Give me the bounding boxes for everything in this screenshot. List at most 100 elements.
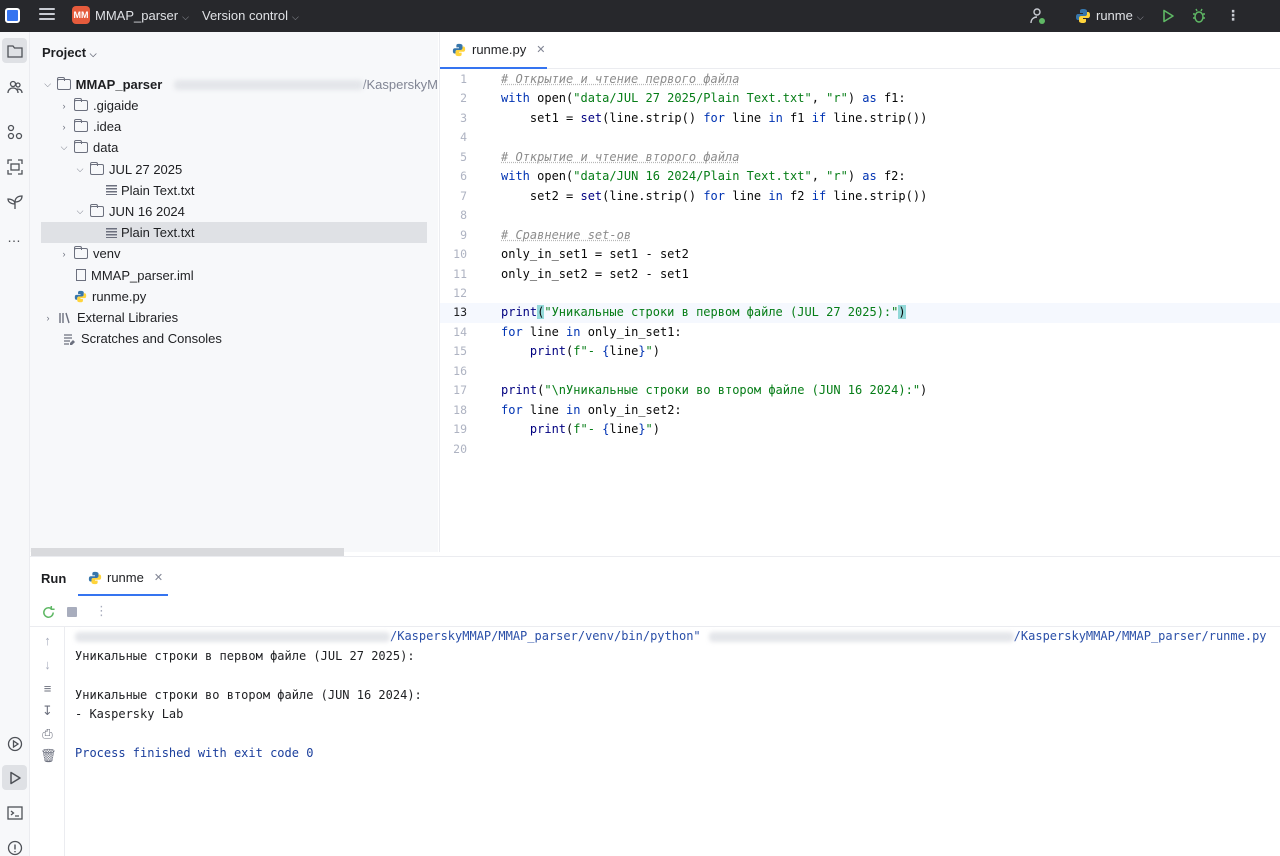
code-line[interactable]: 13 print("Уникальные строки в первом файл… <box>440 303 1280 322</box>
chevron-down-icon[interactable]: ⌵ <box>74 164 86 175</box>
code-line[interactable]: 19 print(f"- {line}") <box>440 420 1280 439</box>
code-token: open( <box>530 169 573 183</box>
version-control-menu[interactable]: Version control ⌵ <box>202 8 299 23</box>
code-with-me-icon[interactable] <box>1030 7 1046 25</box>
problems-icon[interactable] <box>2 835 27 856</box>
code-line[interactable]: 7 set2 = set(line.strip() for line in f2… <box>440 187 1280 206</box>
more-horizontal-icon[interactable]: … <box>2 224 27 249</box>
code-line[interactable]: 16 <box>440 362 1280 381</box>
stop-icon[interactable] <box>67 607 77 617</box>
code-token: only_in_set2: <box>581 403 682 417</box>
code-token: line <box>725 189 768 203</box>
more-vertical-icon[interactable]: ⋮ <box>95 603 108 619</box>
main-menu-icon[interactable] <box>39 8 55 22</box>
chevron-down-icon[interactable]: ⌵ <box>74 206 86 217</box>
services-icon[interactable] <box>2 731 27 756</box>
code-line[interactable]: 20 <box>440 440 1280 459</box>
code-line[interactable]: 10 only_in_set1 = set1 - set2 <box>440 245 1280 264</box>
code-line[interactable]: 2 with open("data/JUL 27 2025/Plain Text.… <box>440 89 1280 108</box>
tree-item[interactable]: ⌵ JUL 27 2025 <box>74 159 426 180</box>
horizontal-scrollbar[interactable] <box>31 548 344 556</box>
code-line[interactable]: 5 # Открытие и чтение второго файла <box>440 148 1280 167</box>
print-icon[interactable]: ⎙ <box>40 726 55 741</box>
line-number: 14 <box>440 323 467 342</box>
chevron-down-icon[interactable]: ⌵ <box>42 79 53 90</box>
code-line[interactable]: 1 # Открытие и чтение первого файла <box>440 70 1280 89</box>
run-configuration-selector[interactable]: runme ⌵ <box>1096 8 1144 23</box>
code-line[interactable]: 11 only_in_set2 = set2 - set1 <box>440 265 1280 284</box>
code-line[interactable]: 18 for line in only_in_set2: <box>440 401 1280 420</box>
line-number: 17 <box>440 381 467 400</box>
run-icon[interactable] <box>2 765 27 790</box>
scroll-up-icon[interactable]: ↑ <box>40 633 55 648</box>
code-line[interactable]: 9 # Сравнение set-ов <box>440 226 1280 245</box>
chevron-right-icon[interactable]: › <box>58 101 70 111</box>
tree-item[interactable]: › .gigaide <box>58 95 426 116</box>
tree-item[interactable]: › venv <box>58 243 426 264</box>
editor-tab-runme[interactable]: runme.py ✕ <box>440 32 547 69</box>
code-line[interactable]: 12 <box>440 284 1280 303</box>
code-token: } <box>638 344 645 358</box>
chevron-down-icon[interactable]: ⌵ <box>58 142 70 153</box>
tree-item[interactable]: ⌵ JUN 16 2024 <box>74 201 426 222</box>
line-number: 6 <box>440 167 467 186</box>
tree-item-external-libraries[interactable]: › External Libraries <box>42 307 438 328</box>
code-line[interactable]: 17 print("\nУникальные строки во втором ф… <box>440 381 1280 400</box>
leaf-icon[interactable] <box>2 189 27 214</box>
folder-icon <box>74 248 88 259</box>
run-play-icon[interactable] <box>1160 8 1176 24</box>
close-icon[interactable]: ✕ <box>154 571 163 584</box>
code-token: in <box>566 403 580 417</box>
folder-icon <box>90 164 104 175</box>
project-folder-icon[interactable] <box>2 38 27 63</box>
chevron-right-icon[interactable]: › <box>58 122 70 132</box>
people-icon[interactable] <box>2 74 27 99</box>
chevron-right-icon[interactable]: › <box>42 313 54 323</box>
tree-root[interactable]: ⌵ MMAP_parser /KasperskyM <box>42 74 438 95</box>
console-command-script[interactable]: /KasperskyMMAP/MMAP_parser/runme.py <box>1014 629 1267 643</box>
console-command-python[interactable]: /KasperskyMMAP/MMAP_parser/venv/bin/pyth… <box>390 629 701 643</box>
scratches-label: Scratches and Consoles <box>81 331 222 346</box>
line-number: 7 <box>440 187 467 206</box>
tree-item[interactable]: Plain Text.txt <box>41 222 427 243</box>
project-selector[interactable]: MMAP_parser ⌵ <box>95 8 189 23</box>
close-icon[interactable]: ✕ <box>536 43 545 56</box>
soft-wrap-icon[interactable]: ≡ <box>40 681 55 696</box>
code-text: print("\nУникальные строки во втором фай… <box>501 381 927 400</box>
code-text: # Сравнение set-ов <box>501 226 631 245</box>
code-line[interactable]: 15 print(f"- {line}") <box>440 342 1280 361</box>
scroll-down-icon[interactable]: ↓ <box>40 657 55 672</box>
tree-item[interactable]: › .idea <box>58 116 426 137</box>
chevron-right-icon[interactable]: › <box>58 249 70 259</box>
code-token: f1 <box>783 111 812 125</box>
app-logo-icon <box>5 8 20 23</box>
rerun-icon[interactable] <box>41 605 56 620</box>
terminal-icon[interactable] <box>2 800 27 825</box>
code-token: set2 = <box>501 189 580 203</box>
structure-icon[interactable] <box>2 119 27 144</box>
code-token: " <box>646 344 653 358</box>
code-line[interactable]: 3 set1 = set(line.strip() for line in f1… <box>440 109 1280 128</box>
code-token: ) <box>848 91 862 105</box>
line-number: 5 <box>440 148 467 167</box>
tree-item[interactable]: ⌵ data <box>58 137 426 158</box>
project-panel-header[interactable]: Project ⌵ <box>42 45 97 60</box>
code-line[interactable]: 4 <box>440 128 1280 147</box>
scroll-to-end-icon[interactable]: ↧ <box>40 703 55 718</box>
code-token: line.strip()) <box>826 111 927 125</box>
code-token: set <box>580 111 602 125</box>
tree-item-scratches[interactable]: Scratches and Consoles <box>58 328 438 349</box>
run-tab-runme[interactable]: runme ✕ <box>78 561 168 596</box>
code-line[interactable]: 14 for line in only_in_set1: <box>440 323 1280 342</box>
tree-item[interactable]: runme.py <box>58 286 426 307</box>
trash-icon[interactable]: 🗑 <box>40 748 55 763</box>
project-badge[interactable]: MM <box>72 6 90 24</box>
code-line[interactable]: 8 <box>440 206 1280 225</box>
tree-item[interactable]: Plain Text.txt <box>90 180 426 201</box>
more-vertical-icon[interactable]: ⋮ <box>1226 7 1240 24</box>
debug-bug-icon[interactable] <box>1191 8 1207 24</box>
tree-item[interactable]: MMAP_parser.iml <box>58 265 426 286</box>
layout-icon[interactable] <box>2 154 27 179</box>
code-line[interactable]: 6 with open("data/JUN 16 2024/Plain Text.… <box>440 167 1280 186</box>
code-token: line <box>523 325 566 339</box>
